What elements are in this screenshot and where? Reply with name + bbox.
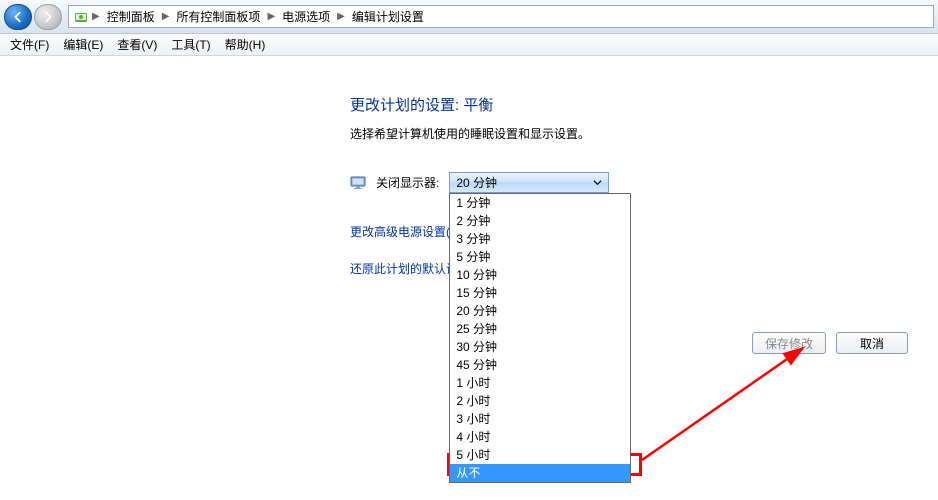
arrow-right-icon (41, 10, 55, 24)
dropdown-option[interactable]: 3 分钟 (450, 230, 630, 248)
dropdown-option[interactable]: 25 分钟 (450, 320, 630, 338)
navigation-bar: ▶ 控制面板 ▶ 所有控制面板项 ▶ 电源选项 ▶ 编辑计划设置 (0, 0, 938, 34)
chevron-right-icon: ▶ (336, 11, 346, 22)
setting-row-display-off: 关闭显示器: 20 分钟 1 分钟2 分钟3 分钟5 分钟10 分钟15 分钟2… (350, 172, 938, 193)
menu-edit[interactable]: 编辑(E) (57, 34, 109, 55)
back-button[interactable] (4, 4, 32, 30)
dropdown-option[interactable]: 20 分钟 (450, 302, 630, 320)
control-panel-icon (73, 9, 89, 25)
dropdown-list[interactable]: 1 分钟2 分钟3 分钟5 分钟10 分钟15 分钟20 分钟25 分钟30 分… (449, 193, 631, 483)
dropdown-option[interactable]: 2 分钟 (450, 212, 630, 230)
chevron-right-icon: ▶ (91, 11, 101, 22)
dropdown-option[interactable]: 15 分钟 (450, 284, 630, 302)
page-description: 选择希望计算机使用的睡眠设置和显示设置。 (350, 125, 938, 142)
breadcrumb[interactable]: 电源选项 (278, 8, 334, 25)
content-area: 更改计划的设置: 平衡 选择希望计算机使用的睡眠设置和显示设置。 关闭显示器: … (0, 56, 938, 500)
breadcrumb[interactable]: 控制面板 (103, 8, 159, 25)
dropdown-field[interactable]: 20 分钟 (449, 172, 609, 193)
menu-bar: 文件(F) 编辑(E) 查看(V) 工具(T) 帮助(H) (0, 34, 938, 56)
forward-button[interactable] (34, 4, 62, 30)
menu-help[interactable]: 帮助(H) (219, 34, 272, 55)
dropdown-option[interactable]: 1 小时 (450, 374, 630, 392)
menu-tools[interactable]: 工具(T) (165, 34, 216, 55)
save-button[interactable]: 保存修改 (752, 332, 826, 354)
setting-label: 关闭显示器: (376, 174, 439, 191)
breadcrumb[interactable]: 编辑计划设置 (348, 8, 428, 25)
dropdown-option[interactable]: 30 分钟 (450, 338, 630, 356)
breadcrumb[interactable]: 所有控制面板项 (172, 8, 264, 25)
cancel-button[interactable]: 取消 (836, 332, 908, 354)
dropdown-option[interactable]: 4 小时 (450, 428, 630, 446)
chevron-down-icon (589, 174, 606, 191)
chevron-right-icon: ▶ (161, 11, 171, 22)
menu-view[interactable]: 查看(V) (111, 34, 163, 55)
arrow-left-icon (11, 10, 25, 24)
chevron-right-icon: ▶ (266, 11, 276, 22)
dropdown-option[interactable]: 45 分钟 (450, 356, 630, 374)
dropdown-option[interactable]: 10 分钟 (450, 266, 630, 284)
page-title: 更改计划的设置: 平衡 (350, 94, 938, 115)
menu-file[interactable]: 文件(F) (4, 34, 55, 55)
monitor-icon (350, 175, 366, 191)
dropdown-option[interactable]: 3 小时 (450, 410, 630, 428)
dropdown-option[interactable]: 5 小时 (450, 446, 630, 464)
address-bar[interactable]: ▶ 控制面板 ▶ 所有控制面板项 ▶ 电源选项 ▶ 编辑计划设置 (68, 5, 934, 28)
dropdown-option[interactable]: 从不 (450, 464, 630, 482)
dropdown-option[interactable]: 2 小时 (450, 392, 630, 410)
dropdown-selected-value: 20 分钟 (456, 174, 497, 191)
dropdown-option[interactable]: 5 分钟 (450, 248, 630, 266)
restore-defaults-link[interactable]: 还原此计划的默认设 (350, 260, 938, 277)
button-row: 保存修改 取消 (752, 332, 908, 354)
display-off-dropdown[interactable]: 20 分钟 1 分钟2 分钟3 分钟5 分钟10 分钟15 分钟20 分钟25 … (449, 172, 609, 193)
advanced-power-settings-link[interactable]: 更改高级电源设置(C (350, 223, 938, 240)
dropdown-option[interactable]: 1 分钟 (450, 194, 630, 212)
